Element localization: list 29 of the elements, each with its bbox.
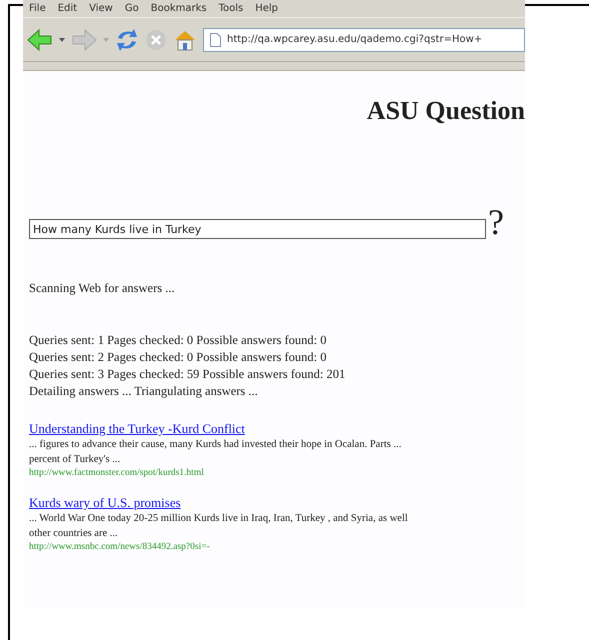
page-icon [210, 32, 221, 46]
progress-line: Detailing answers ... Triangulating answers ... [29, 382, 259, 400]
status-text: Scanning Web for answers ... [29, 280, 176, 297]
result-snippet: ... figures to advance their cause, many Kurds had invested their hope in Ocalan. Parts ... percent of Turkey's ... [29, 438, 402, 467]
menu-item[interactable]: Bookmarks [150, 3, 207, 14]
result-link[interactable]: Kurds wary of U.S. promises [29, 494, 181, 511]
menu-item[interactable]: Go [124, 3, 139, 14]
address-field[interactable]: http://qa.wpcarey.asu.edu/qademo.cgi?qstr=How+ [203, 28, 525, 52]
result-url: http://www.msnbc.com/news/834492.asp?0si=- [29, 540, 210, 554]
page-title: ASU Question [366, 95, 525, 127]
progress-line: Queries sent: 1 Pages checked: 0 Possible answers found: 0 [29, 332, 328, 349]
result-snippet: ... World War One today 20-25 million Kurds live in Iraq, Iran, Turkey , and Syria, as well other countries are ... [29, 512, 409, 541]
back-arrow-icon[interactable] [27, 28, 53, 50]
menu-item[interactable]: Tools [218, 3, 244, 14]
result-url: http://www.factmonster.com/spot/kurds1.html [29, 466, 204, 480]
menu-item[interactable]: File [29, 3, 46, 14]
result-link[interactable]: Understanding the Turkey -Kurd Conflict [29, 420, 245, 437]
menu-item[interactable]: View [89, 3, 113, 14]
menu-item[interactable]: Help [255, 3, 278, 14]
stop-icon[interactable] [145, 28, 167, 50]
question-field[interactable]: How many Kurds live in Turkey [29, 219, 486, 239]
dropdown-caret-icon[interactable] [59, 38, 65, 42]
forward-arrow-icon[interactable] [71, 28, 97, 50]
home-icon[interactable] [173, 28, 197, 50]
progress-line: Queries sent: 2 Pages checked: 0 Possible answers found: 0 [29, 348, 328, 366]
progress-line: Queries sent: 3 Pages checked: 59 Possible answers found: 201 [29, 366, 346, 383]
question-mark: ? [488, 205, 504, 239]
menu-item[interactable]: Edit [58, 3, 78, 14]
refresh-icon[interactable] [115, 28, 139, 50]
